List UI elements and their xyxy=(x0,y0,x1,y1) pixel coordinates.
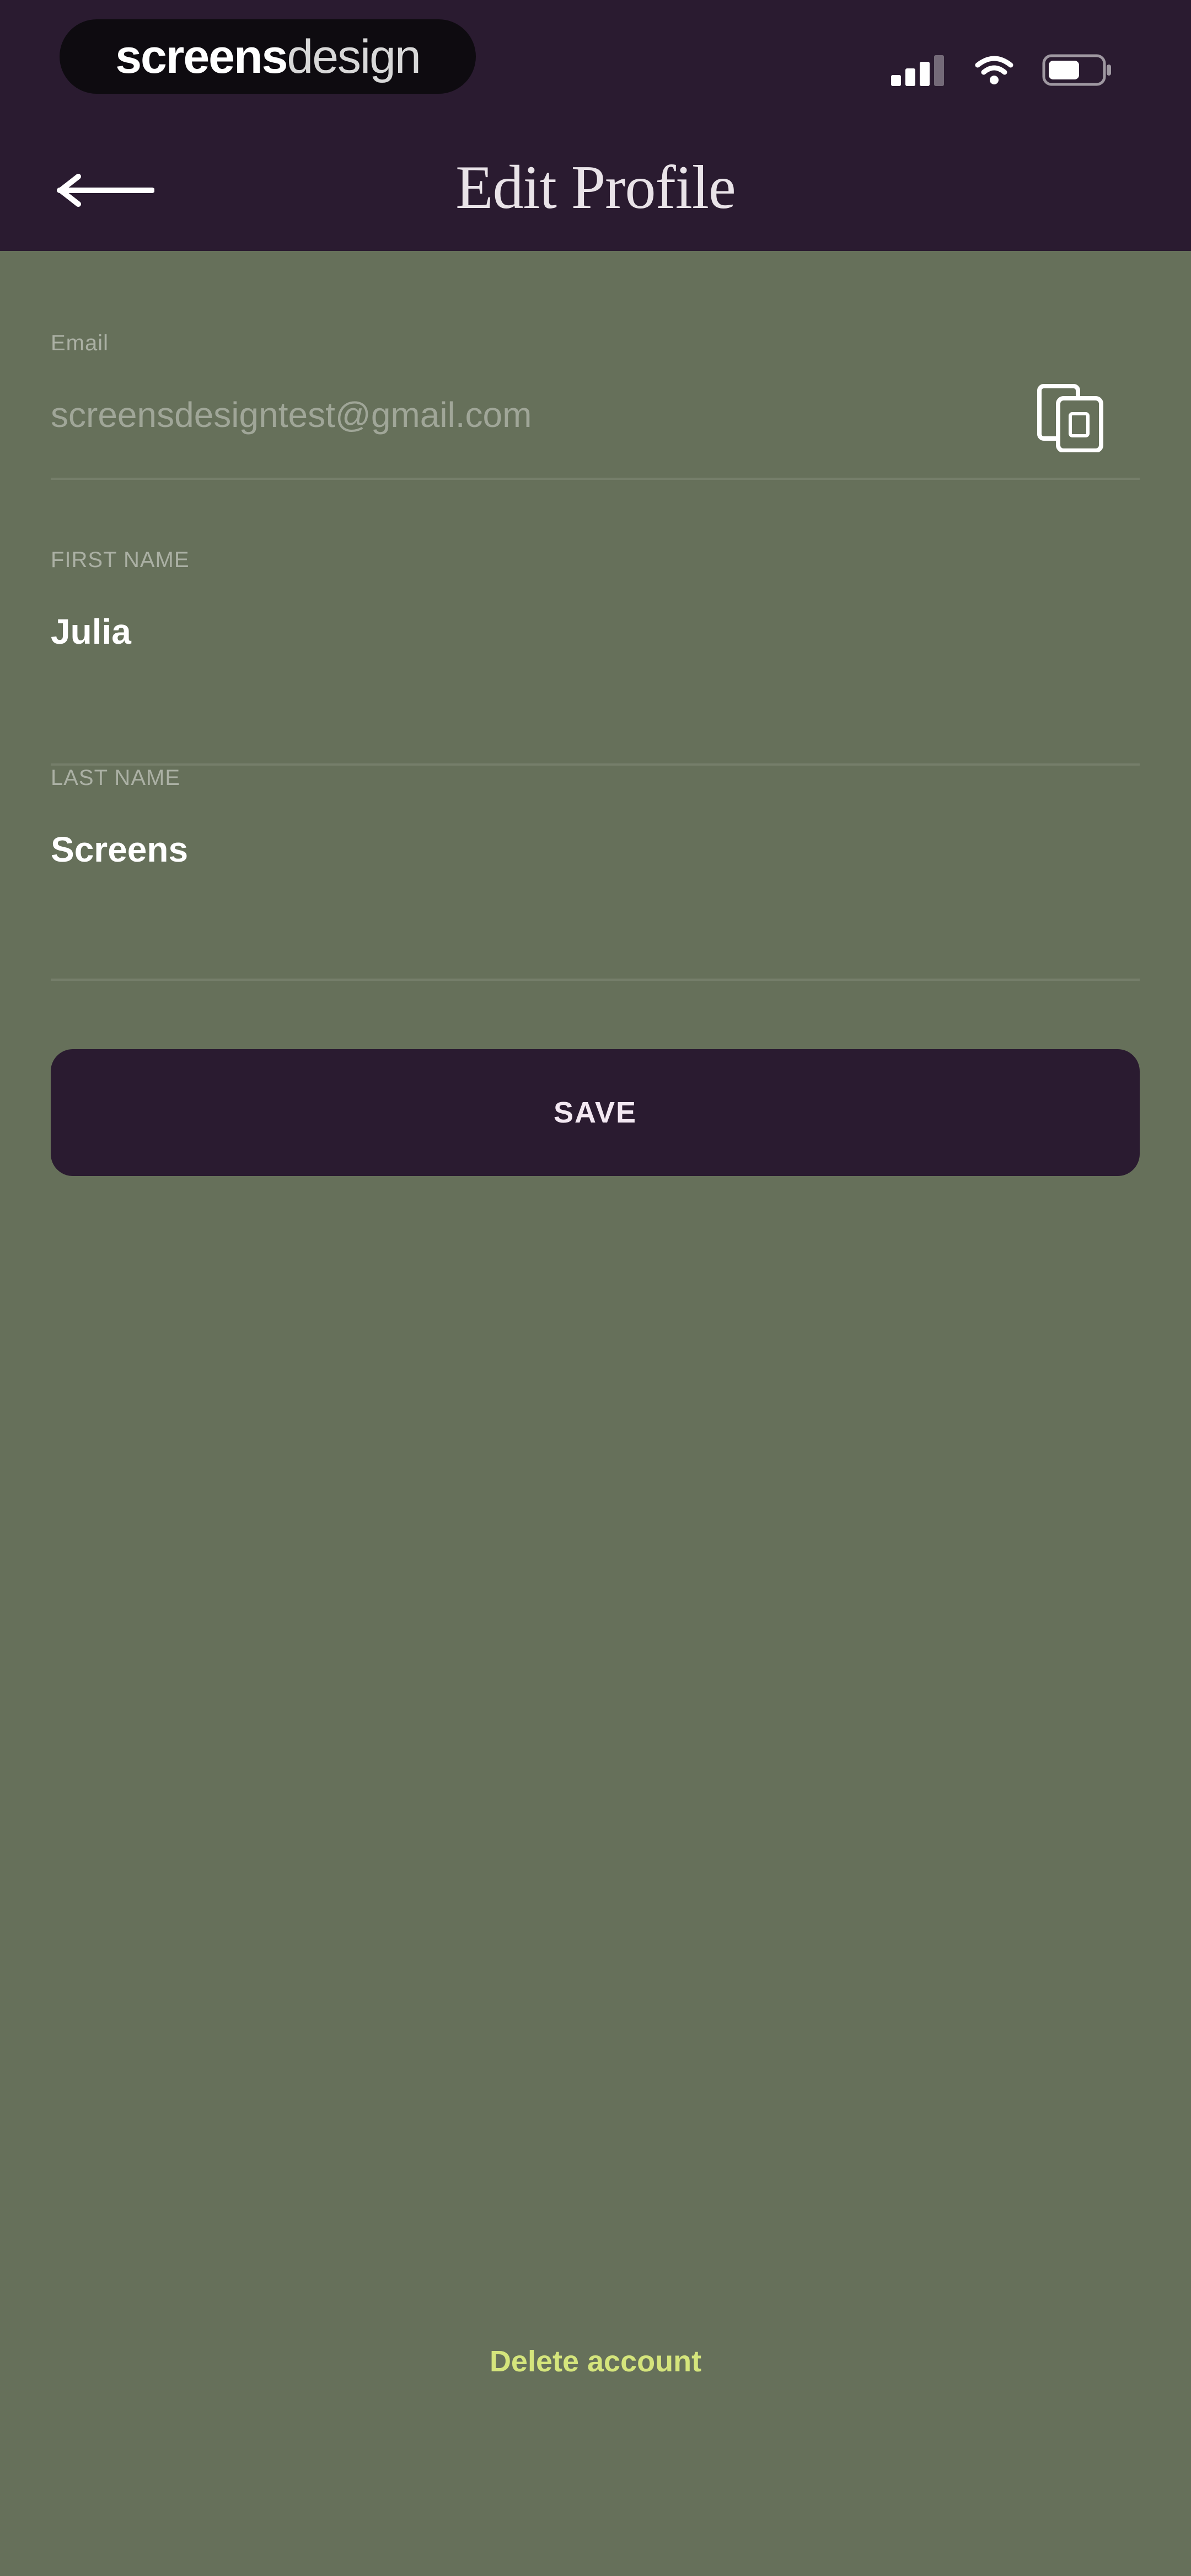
first-name-label: FIRST NAME xyxy=(51,548,190,572)
last-name-label: LAST NAME xyxy=(51,766,180,790)
top-bar: screens design Edit Profile xyxy=(0,0,1191,251)
email-field-group: Email screensdesigntest@gmail.com xyxy=(51,331,1140,480)
delete-account-link[interactable]: Delete account xyxy=(0,2344,1191,2379)
last-name-field-group[interactable]: LAST NAME Screens xyxy=(51,766,1140,981)
battery-icon xyxy=(1042,54,1111,86)
status-icons xyxy=(891,51,1114,89)
save-button[interactable]: SAVE xyxy=(51,1049,1140,1176)
brand-light-text: design xyxy=(287,30,421,83)
first-name-field-group[interactable]: FIRST NAME Julia xyxy=(51,548,1140,766)
profile-form: Email screensdesigntest@gmail.com FIRST … xyxy=(51,331,1140,981)
email-label: Email xyxy=(51,331,109,355)
cellular-signal-icon xyxy=(891,55,944,86)
email-value: screensdesigntest@gmail.com xyxy=(51,395,532,435)
last-name-value[interactable]: Screens xyxy=(51,829,188,870)
copy-icon[interactable] xyxy=(1035,381,1107,452)
wifi-icon xyxy=(975,56,1013,84)
page-title: Edit Profile xyxy=(455,153,736,222)
brand-strong-text: screens xyxy=(115,30,288,83)
brand-badge: screens design xyxy=(60,19,476,94)
first-name-value[interactable]: Julia xyxy=(51,611,131,652)
